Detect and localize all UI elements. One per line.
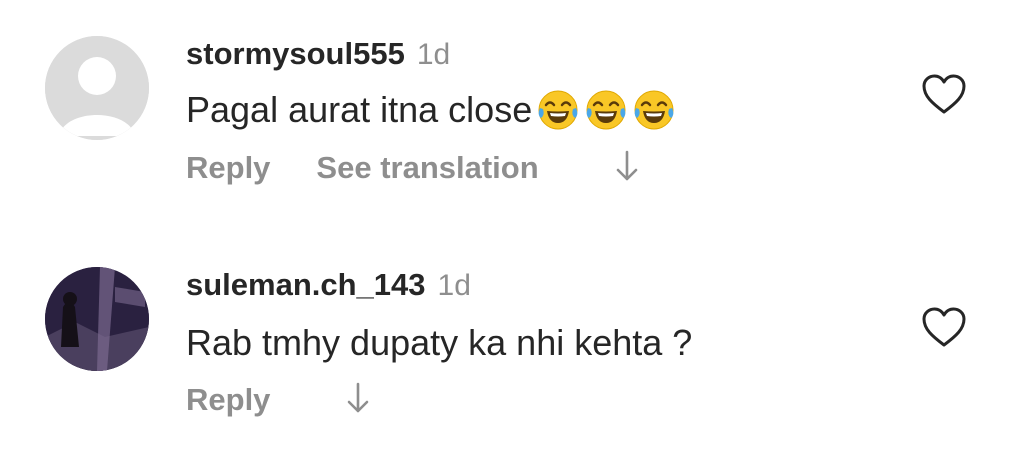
reply-button[interactable]: Reply: [186, 150, 270, 186]
username[interactable]: stormysoul555: [186, 36, 405, 72]
like-heart-icon[interactable]: [920, 72, 968, 116]
arrow-down-icon[interactable]: [346, 381, 370, 420]
comment-body: Pagal aurat itna close: [186, 89, 533, 130]
like-heart-icon[interactable]: [920, 305, 968, 349]
profile-photo: [45, 267, 149, 371]
comment-body: Rab tmhy dupaty ka nhi kehta ?: [186, 322, 693, 363]
comment-actions: Reply: [186, 380, 370, 420]
face-with-tears-of-joy-icon: [536, 88, 580, 132]
arrow-down-icon[interactable]: [615, 149, 639, 188]
face-with-tears-of-joy-icon: [632, 88, 676, 132]
username[interactable]: suleman.ch_143: [186, 267, 426, 303]
avatar[interactable]: [45, 36, 149, 140]
comment-actions: Reply See translation: [186, 148, 639, 188]
avatar[interactable]: [45, 267, 149, 371]
timestamp: 1d: [416, 38, 451, 71]
comment-item: suleman.ch_143 1d Rab tmhy dupaty ka nhi…: [0, 237, 1024, 474]
reply-button[interactable]: Reply: [186, 382, 270, 418]
face-with-tears-of-joy-icon: [584, 88, 628, 132]
comment-text: Rab tmhy dupaty ka nhi kehta ?: [186, 317, 692, 369]
username-row: stormysoul555 1d: [186, 36, 450, 72]
timestamp: 1d: [437, 269, 471, 302]
comment-text: Pagal aurat itna close: [186, 84, 676, 136]
see-translation-button[interactable]: See translation: [316, 150, 538, 186]
comment-item: stormysoul555 1d Pagal aurat itna close: [0, 0, 1024, 237]
default-avatar-icon: [45, 36, 149, 140]
username-row: suleman.ch_143 1d: [186, 267, 471, 303]
